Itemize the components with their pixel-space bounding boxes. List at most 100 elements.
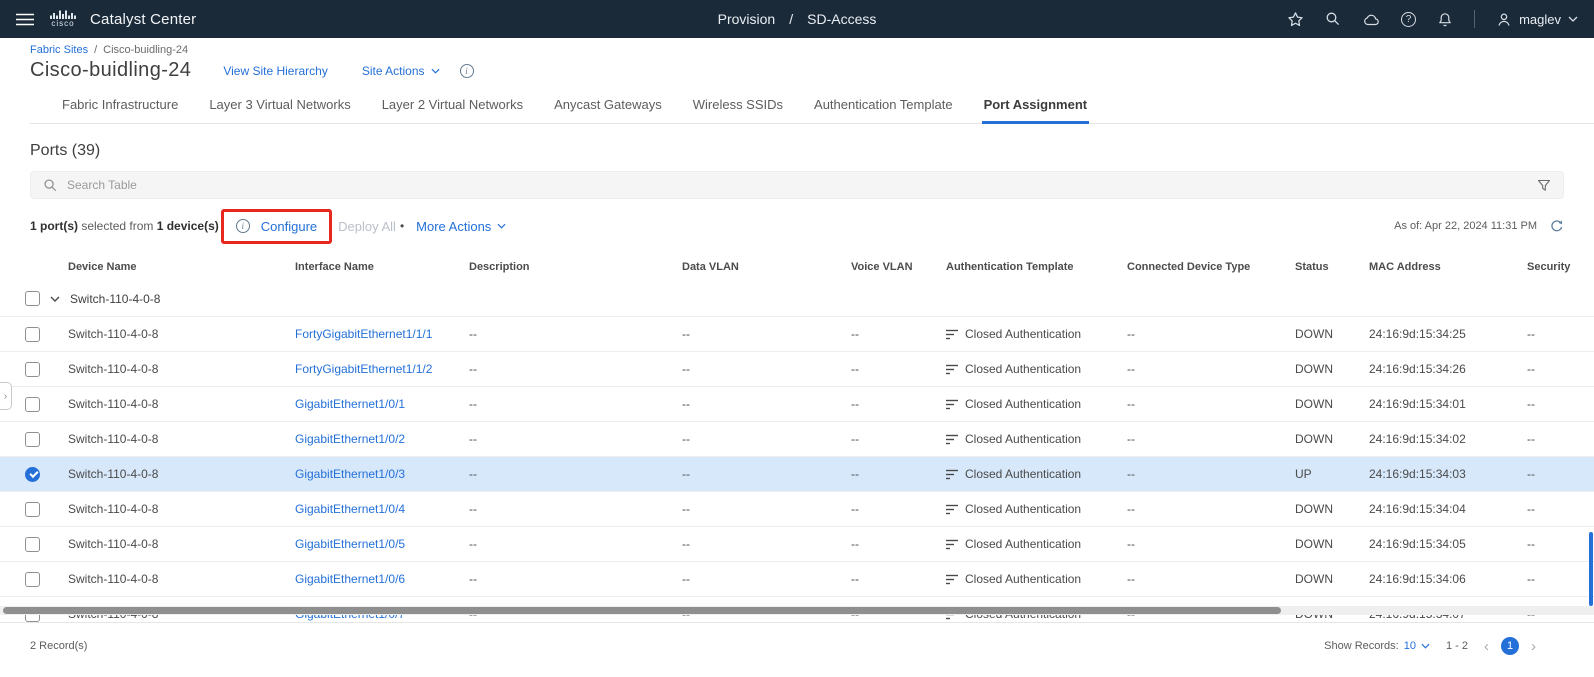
interface-link[interactable]: GigabitEthernet1/0/2 [295, 432, 405, 446]
pagination: ‹ 1 › [1484, 637, 1536, 655]
breadcrumb-fabric-sites[interactable]: Fabric Sites [30, 44, 88, 56]
notifications-bell-icon[interactable] [1437, 12, 1453, 27]
cell-voice-vlan: -- [843, 327, 938, 341]
row-checkbox[interactable] [25, 502, 40, 517]
tab-wireless-ssids[interactable]: Wireless SSIDs [691, 93, 785, 124]
closed-authentication-icon [946, 329, 959, 340]
selection-info-icon[interactable]: i [236, 219, 250, 233]
horizontal-scrollbar-thumb[interactable] [3, 607, 1281, 614]
table-search-bar [30, 171, 1564, 199]
cloud-icon[interactable] [1362, 12, 1380, 26]
previous-page-chevron-left-icon[interactable]: ‹ [1484, 639, 1489, 654]
show-records-select[interactable]: Show Records: 10 [1324, 640, 1430, 652]
interface-link[interactable]: GigabitEthernet1/0/6 [295, 572, 405, 586]
cell-security: -- [1519, 362, 1594, 376]
username: maglev [1519, 12, 1561, 27]
closed-authentication-icon [946, 504, 959, 515]
user-menu[interactable]: maglev [1496, 12, 1578, 27]
horizontal-scrollbar[interactable] [0, 606, 1594, 615]
more-actions-button[interactable]: More Actions [416, 219, 506, 234]
cell-connected-device-type: -- [1119, 537, 1287, 551]
closed-authentication-icon [946, 469, 959, 480]
context-sd-access[interactable]: SD-Access [807, 11, 876, 27]
cell-data-vlan: -- [674, 537, 843, 551]
device-group-row[interactable]: Switch-110-4-0-8 [0, 281, 1594, 317]
menu-icon[interactable] [16, 13, 34, 26]
interface-link[interactable]: GigabitEthernet1/0/4 [295, 502, 405, 516]
cisco-wordmark: cisco [51, 20, 74, 28]
row-checkbox[interactable] [25, 432, 40, 447]
deploy-all-button[interactable]: Deploy All [338, 219, 396, 234]
breadcrumb-separator: / [94, 44, 97, 56]
site-actions-button[interactable]: Site Actions [362, 64, 440, 78]
user-chevron-down-icon [1568, 16, 1578, 22]
cell-data-vlan: -- [674, 327, 843, 341]
search-input[interactable] [67, 178, 1528, 192]
interface-link[interactable]: GigabitEthernet1/0/3 [295, 467, 405, 481]
table-row[interactable]: Switch-110-4-0-8 GigabitEthernet1/0/3 --… [0, 457, 1594, 492]
left-drawer-handle[interactable]: › [0, 382, 12, 410]
page-header: Fabric Sites / Cisco-buidling-24 Cisco-b… [0, 38, 1594, 124]
cell-connected-device-type: -- [1119, 362, 1287, 376]
col-mac-address: MAC Address [1361, 261, 1519, 273]
cell-authentication-template: Closed Authentication [938, 467, 1119, 481]
toolbar-right: As of: Apr 22, 2024 11:31 PM [1394, 219, 1564, 234]
cell-connected-device-type: -- [1119, 502, 1287, 516]
tab-fabric-infrastructure[interactable]: Fabric Infrastructure [60, 93, 180, 124]
col-security: Security [1519, 261, 1594, 273]
tab-layer3-virtual-networks[interactable]: Layer 3 Virtual Networks [207, 93, 352, 124]
help-icon[interactable]: ? [1401, 12, 1416, 27]
current-page-button[interactable]: 1 [1501, 637, 1519, 655]
tab-port-assignment[interactable]: Port Assignment [982, 93, 1090, 124]
table-row[interactable]: Switch-110-4-0-8 GigabitEthernet1/0/6 --… [0, 562, 1594, 597]
group-expand-chevron-down-icon[interactable] [50, 296, 60, 302]
table-row[interactable]: Switch-110-4-0-8 GigabitEthernet1/0/1 --… [0, 387, 1594, 422]
cell-status: DOWN [1287, 572, 1361, 586]
tab-authentication-template[interactable]: Authentication Template [812, 93, 955, 124]
site-info-icon[interactable]: i [460, 64, 474, 78]
title-row: Cisco-buidling-24 View Site Hierarchy Si… [30, 59, 1594, 82]
top-bar-divider [1474, 10, 1475, 28]
interface-link[interactable]: GigabitEthernet1/0/5 [295, 537, 405, 551]
auth-template-label: Closed Authentication [965, 362, 1081, 376]
next-page-chevron-right-icon[interactable]: › [1531, 639, 1536, 654]
cell-mac-address: 24:16:9d:15:34:25 [1361, 327, 1519, 341]
auth-template-label: Closed Authentication [965, 537, 1081, 551]
interface-link[interactable]: GigabitEthernet1/0/1 [295, 397, 405, 411]
cell-data-vlan: -- [674, 362, 843, 376]
auth-template-label: Closed Authentication [965, 572, 1081, 586]
table-row[interactable]: Switch-110-4-0-8 GigabitEthernet1/0/4 --… [0, 492, 1594, 527]
cell-interface-name: GigabitEthernet1/0/2 [287, 432, 461, 446]
favorites-star-icon[interactable] [1287, 11, 1304, 27]
row-checkbox[interactable] [25, 327, 40, 342]
row-checkbox[interactable] [25, 467, 40, 482]
table-row[interactable]: Switch-110-4-0-8 FortyGigabitEthernet1/1… [0, 352, 1594, 387]
table-row[interactable]: Switch-110-4-0-8 GigabitEthernet1/0/5 --… [0, 527, 1594, 562]
cell-voice-vlan: -- [843, 397, 938, 411]
cell-mac-address: 24:16:9d:15:34:06 [1361, 572, 1519, 586]
row-checkbox[interactable] [25, 537, 40, 552]
cell-description: -- [461, 537, 674, 551]
cell-device-name: Switch-110-4-0-8 [60, 397, 287, 411]
row-checkbox-cell [0, 537, 60, 552]
filter-icon[interactable] [1537, 179, 1551, 192]
context-provision[interactable]: Provision [718, 11, 776, 27]
configure-button[interactable]: Configure [261, 219, 317, 234]
row-checkbox[interactable] [25, 362, 40, 377]
table-row[interactable]: Switch-110-4-0-8 FortyGigabitEthernet1/1… [0, 317, 1594, 352]
tab-anycast-gateways[interactable]: Anycast Gateways [552, 93, 664, 124]
cell-mac-address: 24:16:9d:15:34:04 [1361, 502, 1519, 516]
row-checkbox[interactable] [25, 397, 40, 412]
view-site-hierarchy-link[interactable]: View Site Hierarchy [223, 64, 327, 78]
row-checkbox[interactable] [25, 572, 40, 587]
footer-right: Show Records: 10 1 - 2 ‹ 1 › [1324, 637, 1536, 655]
vertical-scrollbar-thumb[interactable] [1589, 532, 1593, 606]
group-checkbox[interactable] [25, 291, 40, 306]
search-icon[interactable] [1325, 11, 1341, 27]
table-row[interactable]: Switch-110-4-0-8 GigabitEthernet1/0/2 --… [0, 422, 1594, 457]
pagination-range: 1 - 2 [1446, 640, 1468, 652]
tab-layer2-virtual-networks[interactable]: Layer 2 Virtual Networks [380, 93, 525, 124]
interface-link[interactable]: FortyGigabitEthernet1/1/2 [295, 362, 432, 376]
interface-link[interactable]: FortyGigabitEthernet1/1/1 [295, 327, 432, 341]
refresh-icon[interactable] [1549, 219, 1564, 234]
